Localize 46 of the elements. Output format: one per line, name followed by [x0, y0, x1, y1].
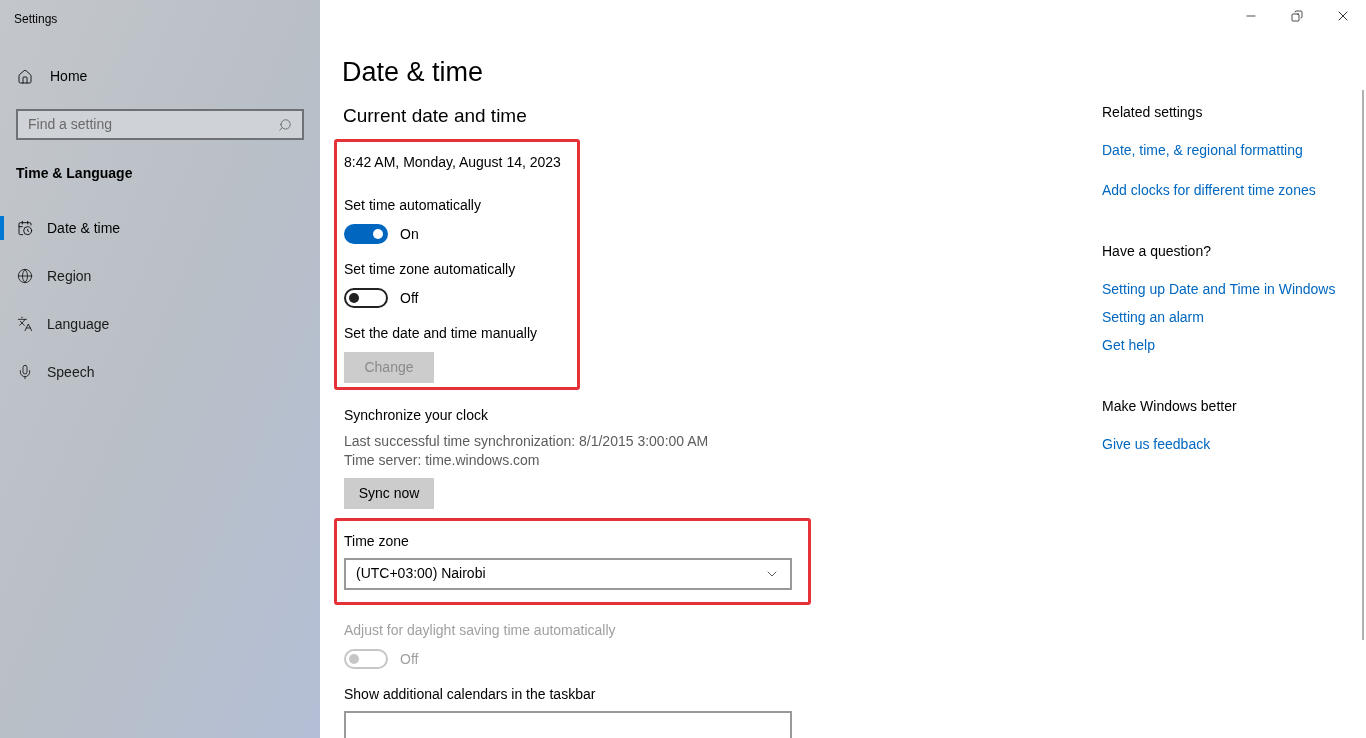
- search-input[interactable]: Find a setting: [28, 114, 278, 135]
- window-title: Settings: [13, 11, 59, 28]
- related-link[interactable]: Get help: [1102, 335, 1155, 356]
- sync-now-button[interactable]: Sync now: [344, 477, 434, 509]
- related-link[interactable]: Give us feedback: [1102, 434, 1211, 455]
- nav-item[interactable]: Region: [17, 265, 92, 287]
- setting-label: Set time automatically: [344, 195, 482, 215]
- current-datetime: 8:42 AM, Monday, August 14, 2023: [344, 152, 561, 172]
- toggle-state: On: [400, 224, 419, 244]
- related-link[interactable]: Setting an alarm: [1102, 307, 1204, 328]
- restore-icon: [1291, 10, 1303, 22]
- setting-label: Synchronize your clock: [344, 405, 489, 425]
- dropdown-field[interactable]: (UTC+03:00) Nairobi: [344, 557, 792, 590]
- setting-label: Set the date and time manually: [344, 323, 538, 343]
- nav-icon: [17, 220, 33, 236]
- section-title: Current date and time: [343, 104, 527, 128]
- toggle-state: Off: [400, 288, 419, 308]
- sync-info: Time server: time.windows.com: [344, 450, 541, 470]
- setting-label: Show additional calendars in the taskbar: [344, 684, 597, 704]
- nav-icon: [17, 364, 33, 380]
- related-link[interactable]: Date, time, & regional formatting: [1102, 140, 1303, 161]
- setting-label: Set time zone automatically: [344, 259, 517, 279]
- related-link[interactable]: Add clocks for different time zones: [1102, 180, 1316, 201]
- related-heading: Make Windows better: [1102, 397, 1237, 416]
- nav-item[interactable]: Language: [17, 313, 110, 335]
- search-field[interactable]: Find a setting: [16, 109, 304, 140]
- nav-item[interactable]: Speech: [17, 361, 95, 383]
- related-link[interactable]: Setting up Date and Time in Windows: [1102, 279, 1336, 300]
- related-heading: Related settings: [1102, 103, 1203, 122]
- page-title: Date & time: [342, 56, 484, 88]
- search-icon: [278, 117, 292, 132]
- home-icon: [17, 68, 33, 85]
- toggle-state: Off: [400, 649, 419, 669]
- section-heading: Time & Language: [16, 164, 133, 183]
- dropdown-field[interactable]: [344, 710, 792, 738]
- nav-item[interactable]: Date & time: [17, 217, 121, 239]
- nav-icon: [17, 316, 33, 332]
- nav-icon: [17, 268, 33, 284]
- setting-label: Adjust for daylight saving time automatically: [344, 620, 617, 640]
- toggle-switch[interactable]: [344, 224, 388, 244]
- home-link[interactable]: Home: [17, 66, 88, 87]
- setting-label: Time zone: [344, 531, 410, 551]
- toggle-switch[interactable]: [344, 288, 388, 308]
- sync-info: Last successful time synchronization: 8/1/2015 3:00:00 AM: [344, 431, 709, 451]
- related-heading: Have a question?: [1102, 242, 1211, 261]
- scrollbar[interactable]: [1362, 90, 1364, 640]
